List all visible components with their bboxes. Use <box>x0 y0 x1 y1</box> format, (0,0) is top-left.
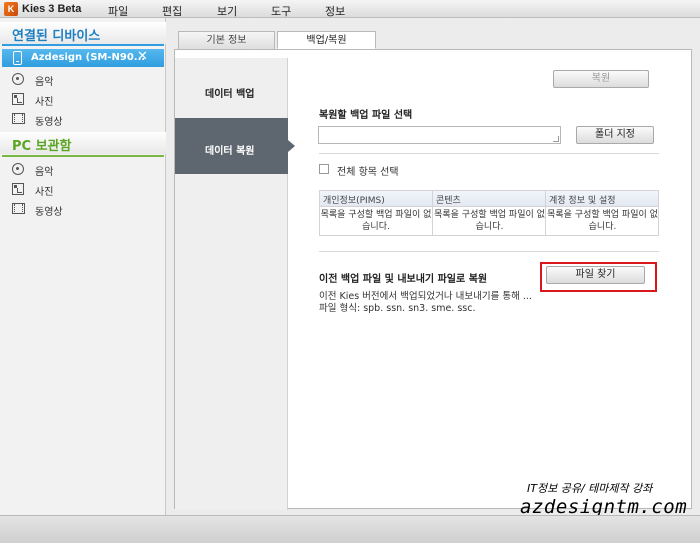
tab-basic-info[interactable]: 기본 정보 <box>178 31 275 49</box>
menu-file[interactable]: 파일 <box>108 3 128 19</box>
app-title: Kies 3 Beta <box>22 3 82 15</box>
tab-backup-restore[interactable]: 백업/복원 <box>277 31 376 49</box>
sidebar-item-label: 사진 <box>35 97 54 108</box>
sidebar-item-label: 음악 <box>35 167 54 178</box>
video-icon <box>12 113 25 124</box>
menu-view[interactable]: 보기 <box>217 3 237 19</box>
connected-devices-header: 연결된 디바이스 <box>0 22 166 44</box>
menu-tools[interactable]: 도구 <box>271 3 291 19</box>
sidebar-item-label: 동영상 <box>35 117 63 128</box>
previous-backup-label: 이전 백업 파일 및 내보내기 파일로 복원 <box>319 274 488 285</box>
kies-logo-icon: K <box>4 2 18 16</box>
table-column-pims: 개인정보(PIMS) 목록을 구성할 백업 파일이 없습니다. <box>320 191 432 235</box>
backup-restore-menu: 데이터 백업 데이터 복원 <box>175 58 295 510</box>
table-column-contents: 콘텐츠 목록을 구성할 백업 파일이 없습니다. <box>432 191 545 235</box>
sidebar-item-pc-video[interactable]: 동영상 <box>0 199 164 219</box>
table-column-account: 계정 정보 및 설정 목록을 구성할 백업 파일이 없습니다. <box>545 191 658 235</box>
close-icon[interactable]: ✕ <box>137 49 148 64</box>
select-all-checkbox[interactable] <box>319 164 329 174</box>
divider <box>319 153 659 154</box>
table-cell: 목록을 구성할 백업 파일이 없습니다. <box>547 210 658 232</box>
music-icon <box>12 73 24 85</box>
divider <box>319 251 659 252</box>
sidebar-device-item[interactable]: Azdesign (SM-N90... ✕ <box>2 49 164 67</box>
table-cell: 목록을 구성할 백업 파일이 없습니다. <box>434 210 545 232</box>
phone-icon <box>13 51 22 65</box>
sidebar-item-device-photo[interactable]: 사진 <box>0 89 164 109</box>
menu-data-restore[interactable]: 데이터 복원 <box>175 118 295 174</box>
backup-items-table: 개인정보(PIMS) 목록을 구성할 백업 파일이 없습니다. 콘텐츠 목록을 … <box>319 190 659 236</box>
connected-divider <box>2 44 164 46</box>
sidebar-item-label: 동영상 <box>35 207 63 218</box>
pc-library-header: PC 보관함 <box>0 132 166 154</box>
photo-icon <box>12 93 24 105</box>
title-bar: K Kies 3 Beta 파일 편집 보기 도구 정보 <box>0 0 700 18</box>
folder-select-button[interactable]: 폴더 지정 <box>576 126 654 144</box>
menu-edit[interactable]: 편집 <box>162 3 182 19</box>
select-all-label: 전체 항목 선택 <box>337 167 399 178</box>
music-icon <box>12 163 24 175</box>
sidebar: 연결된 디바이스 Azdesign (SM-N90... ✕ 음악 사진 동영상… <box>0 18 166 515</box>
sidebar-item-label: 사진 <box>35 187 54 198</box>
photo-icon <box>12 183 24 195</box>
watermark-caption: IT정보 공유/ 테마제작 강좌 <box>527 482 653 495</box>
table-header: 콘텐츠 <box>436 196 461 206</box>
table-cell: 목록을 구성할 백업 파일이 없습니다. <box>320 210 432 232</box>
sidebar-item-label: 음악 <box>35 77 54 88</box>
file-format-text: 파일 형식: spb. ssn. sn3. sme. ssc. <box>319 303 476 314</box>
sidebar-item-device-music[interactable]: 음악 <box>0 69 164 89</box>
video-icon <box>12 203 25 214</box>
menu-info[interactable]: 정보 <box>325 3 345 19</box>
table-header: 계정 정보 및 설정 <box>549 196 616 206</box>
restore-button[interactable]: 복원 <box>553 70 649 88</box>
resize-grip-icon <box>553 136 559 142</box>
select-backup-file-label: 복원할 백업 파일 선택 <box>319 110 413 121</box>
sidebar-item-pc-photo[interactable]: 사진 <box>0 179 164 199</box>
highlight-box <box>540 262 657 292</box>
status-bar <box>0 515 700 543</box>
pc-divider <box>2 155 164 157</box>
table-header: 개인정보(PIMS) <box>323 196 385 206</box>
sidebar-item-pc-music[interactable]: 음악 <box>0 159 164 179</box>
backup-file-path-input[interactable] <box>318 126 561 144</box>
device-name: Azdesign (SM-N90... <box>31 52 146 63</box>
menu-data-backup[interactable]: 데이터 백업 <box>175 61 288 117</box>
sidebar-item-device-video[interactable]: 동영상 <box>0 109 164 129</box>
